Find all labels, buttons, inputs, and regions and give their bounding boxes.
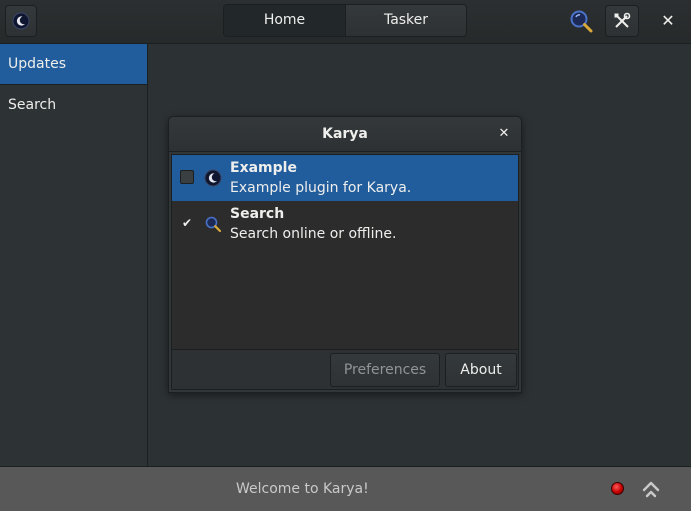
tools-icon — [614, 12, 631, 28]
moon-icon — [204, 169, 222, 187]
plugins-dialog: Karya ✕ Example Example plugin for Karya… — [168, 116, 522, 393]
dialog-titlebar: Karya ✕ — [169, 117, 521, 152]
plugin-name: Example — [230, 160, 297, 176]
plugin-row-example[interactable]: Example Example plugin for Karya. — [172, 155, 518, 201]
tab-tasker[interactable]: Tasker — [346, 5, 466, 36]
dialog-title: Karya — [322, 126, 368, 142]
sidebar-item-updates[interactable]: Updates — [0, 44, 147, 85]
checkmark-icon: ✔ — [181, 216, 193, 230]
search-toggle-button[interactable] — [567, 7, 595, 35]
app-menu-button[interactable] — [5, 5, 37, 37]
plugin-description: Search online or offline. — [230, 226, 397, 242]
plugin-about-button[interactable]: About — [445, 353, 517, 387]
sidebar-item-search[interactable]: Search — [0, 85, 147, 125]
expand-up-icon[interactable] — [640, 478, 662, 500]
dialog-button-bar: Preferences About — [171, 350, 519, 390]
dialog-close-button[interactable]: ✕ — [495, 117, 513, 151]
header-bar: Home Tasker ✕ — [0, 0, 691, 44]
plugin-name: Search — [230, 206, 285, 222]
plugin-preferences-button[interactable]: Preferences — [330, 353, 440, 387]
status-bar: Welcome to Karya! — [0, 466, 691, 511]
search-icon — [205, 216, 222, 233]
sidebar: Updates Search — [0, 44, 148, 466]
preferences-button[interactable] — [605, 5, 639, 37]
plugin-list: Example Example plugin for Karya. ✔ Sear… — [171, 154, 519, 350]
view-switcher: Home Tasker — [223, 4, 467, 37]
plugin-row-search[interactable]: ✔ Search Search online or offline. — [172, 201, 518, 247]
plugin-description: Example plugin for Karya. — [230, 180, 412, 196]
close-window-button[interactable]: ✕ — [656, 10, 680, 32]
status-message: Welcome to Karya! — [236, 481, 369, 497]
moon-icon — [12, 12, 30, 30]
search-icon — [570, 10, 593, 33]
plugin-enable-checkbox[interactable] — [180, 170, 194, 184]
tab-home[interactable]: Home — [224, 5, 346, 36]
plugin-enable-checkbox[interactable]: ✔ — [180, 216, 194, 230]
status-indicator-icon — [611, 482, 624, 495]
